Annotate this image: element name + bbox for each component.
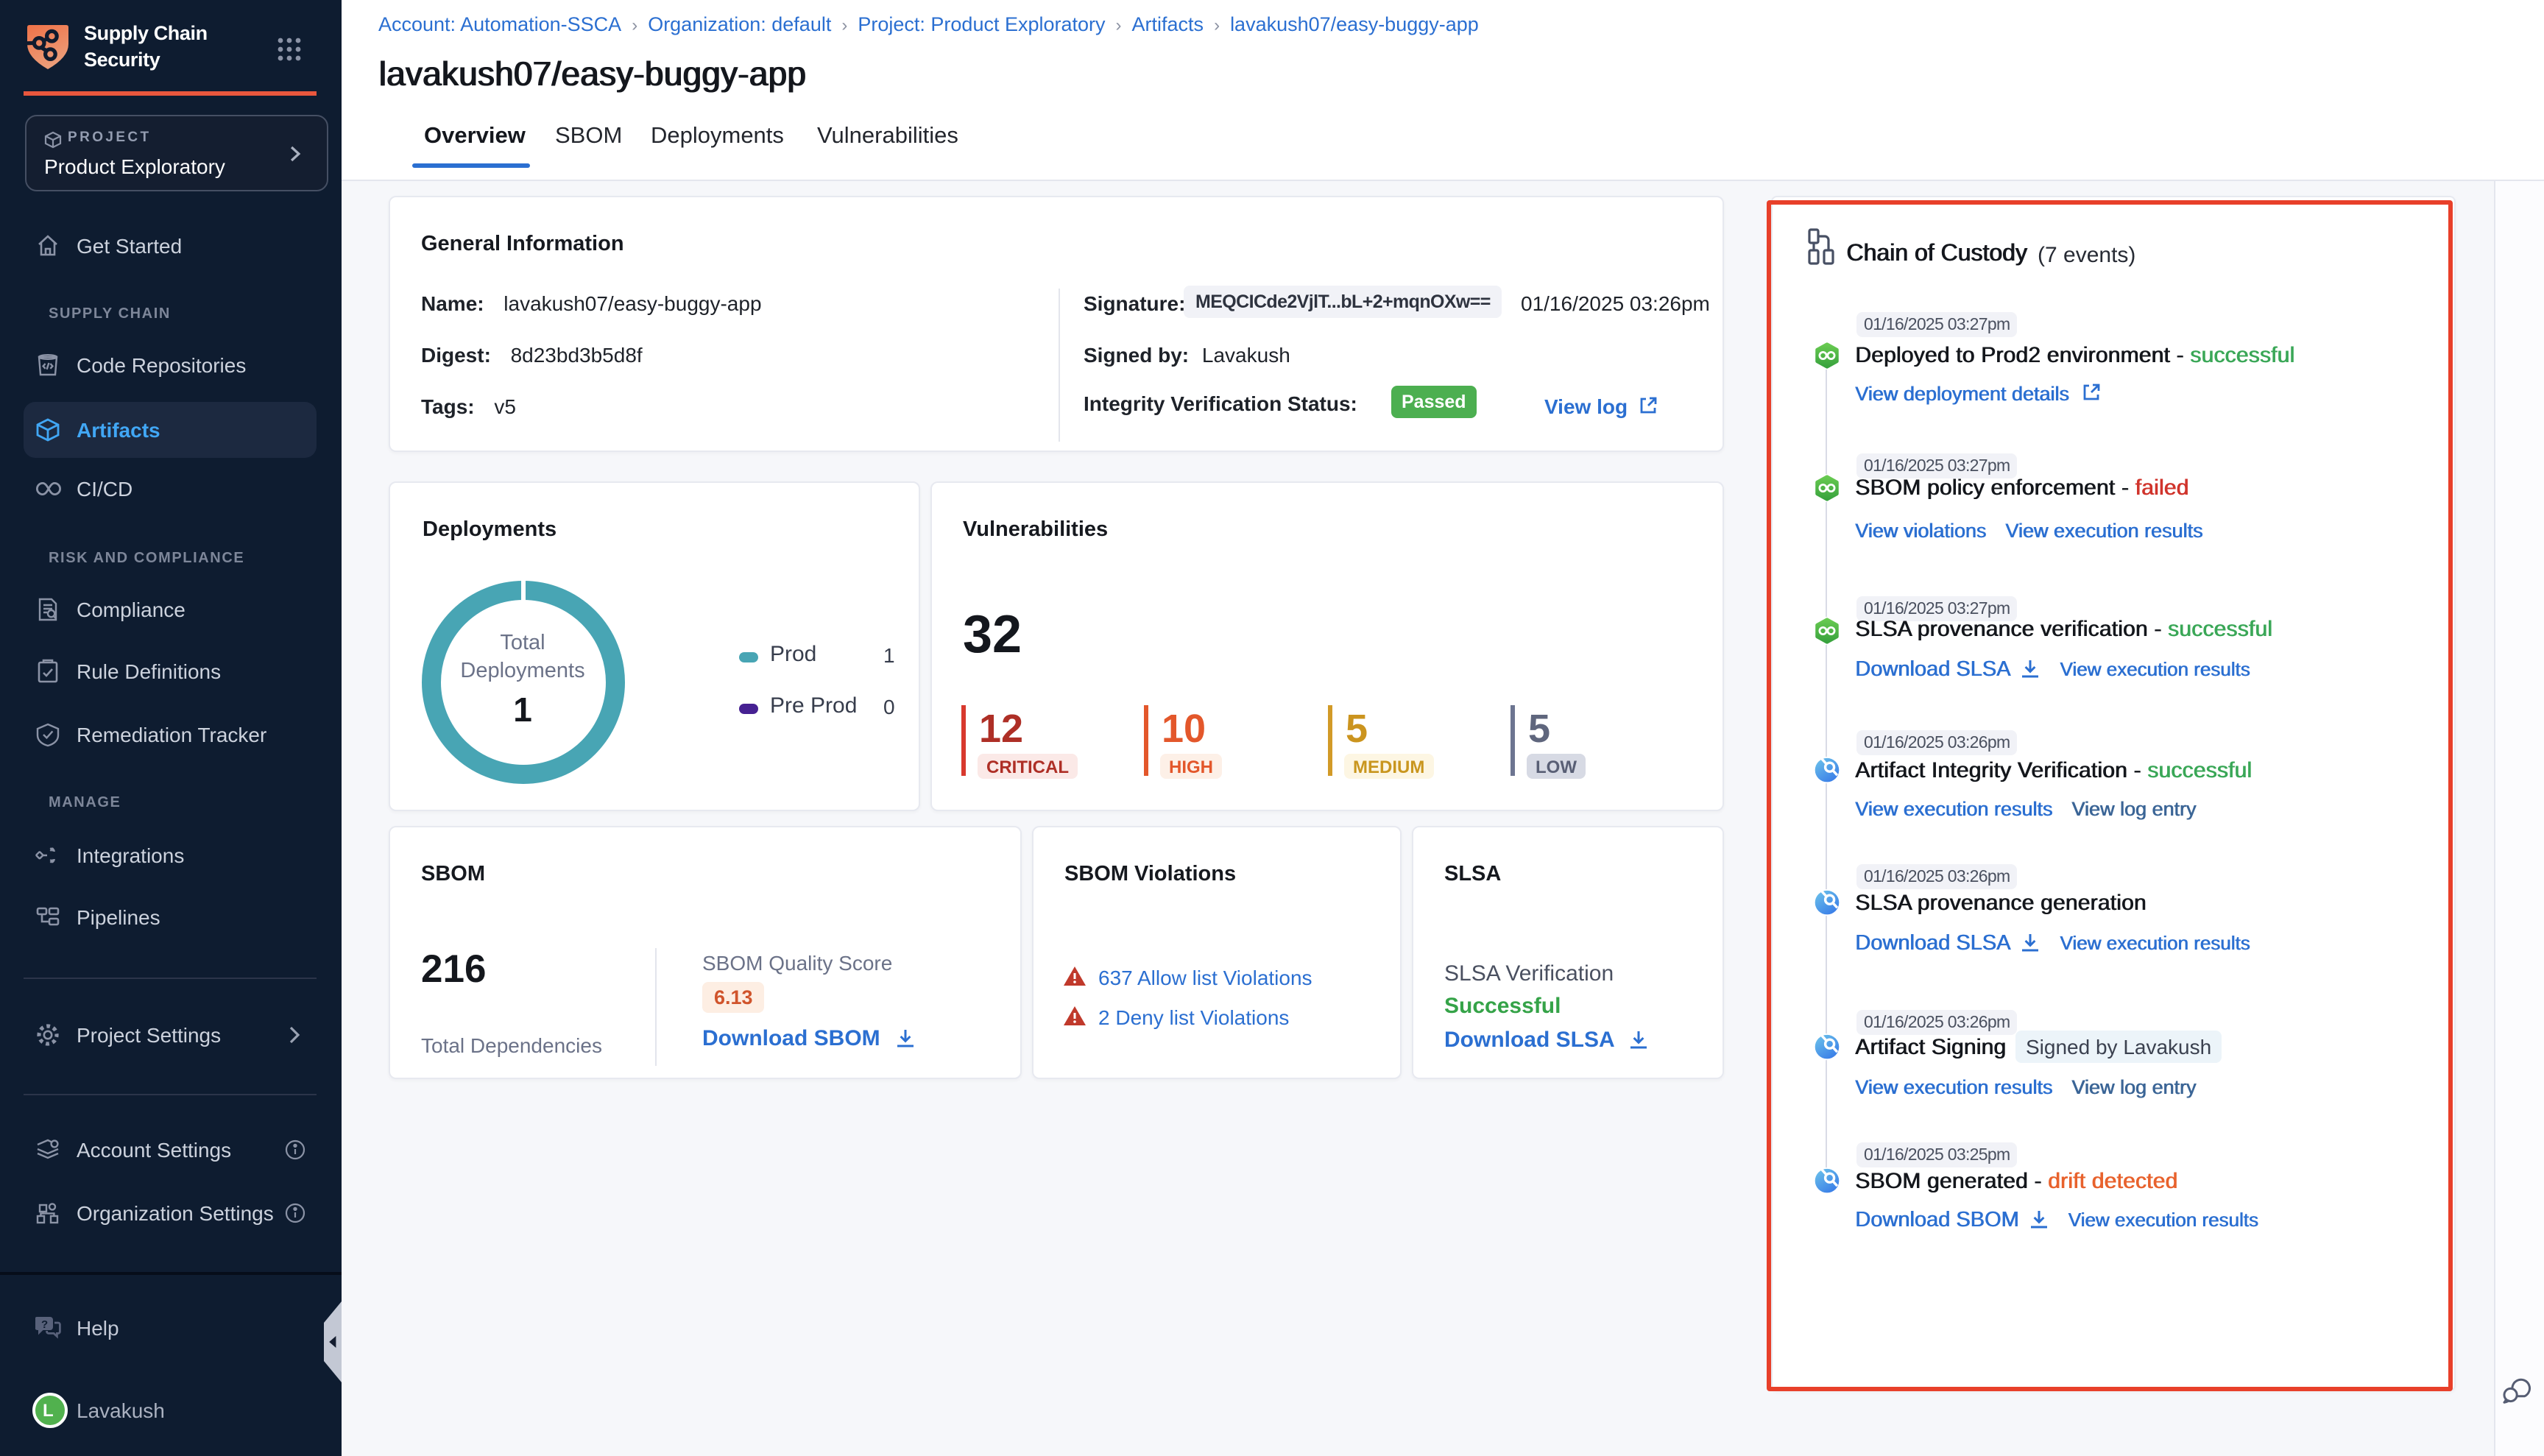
svg-text:?: ? <box>41 1318 48 1331</box>
